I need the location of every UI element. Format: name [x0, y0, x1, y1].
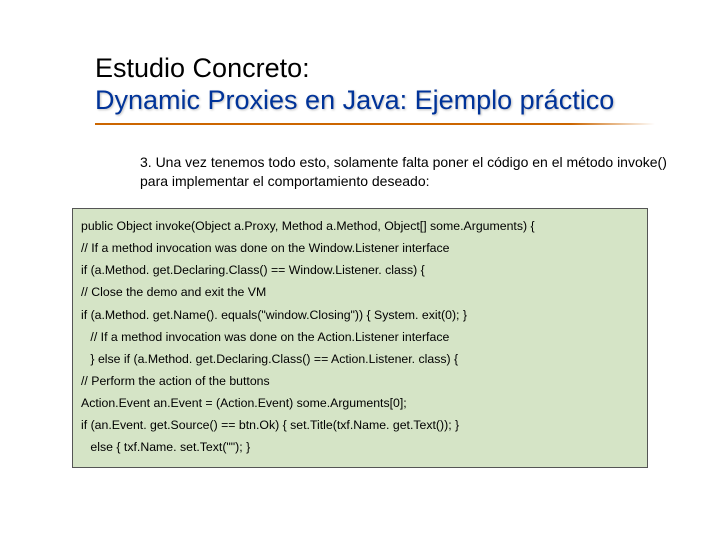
code-line: else { txf.Name. set.Text(""); }: [81, 436, 639, 458]
code-block: public Object invoke(Object a.Proxy, Met…: [72, 208, 648, 468]
code-line: // Perform the action of the buttons: [81, 370, 639, 392]
code-line: } else if (a.Method. get.Declaring.Class…: [81, 348, 639, 370]
code-line: if (a.Method. get.Declaring.Class() == W…: [81, 259, 639, 281]
slide-title: Estudio Concreto: Dynamic Proxies en Jav…: [95, 52, 695, 125]
code-line: // If a method invocation was done on th…: [81, 237, 639, 259]
title-line-2: Dynamic Proxies en Java: Ejemplo práctic…: [95, 84, 695, 116]
code-line: // Close the demo and exit the VM: [81, 281, 639, 303]
title-underline: [95, 123, 655, 125]
code-line: if (a.Method. get.Name(). equals("window…: [81, 304, 639, 326]
code-line: // If a method invocation was done on th…: [81, 326, 639, 348]
title-line-1: Estudio Concreto:: [95, 52, 695, 84]
code-line: Action.Event an.Event = (Action.Event) s…: [81, 392, 639, 414]
code-line: if (an.Event. get.Source() == btn.Ok) { …: [81, 414, 639, 436]
body-paragraph: 3. Una vez tenemos todo esto, solamente …: [140, 153, 670, 191]
code-line: public Object invoke(Object a.Proxy, Met…: [81, 215, 639, 237]
